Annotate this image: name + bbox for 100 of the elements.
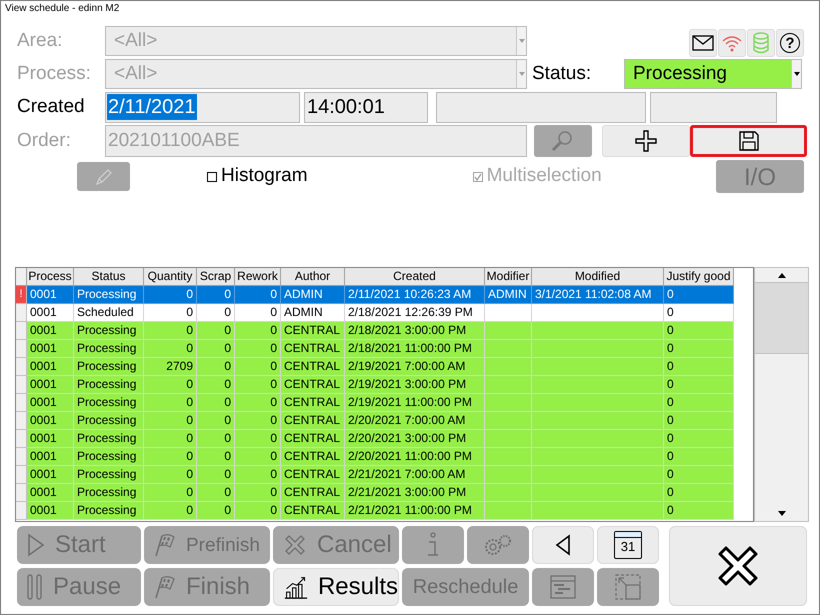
- table-cell: 0: [664, 358, 734, 376]
- column-header[interactable]: Quantity: [144, 268, 197, 286]
- row-header: [16, 376, 27, 394]
- table-cell: CENTRAL: [281, 322, 345, 340]
- calendar-button[interactable]: 31: [597, 526, 659, 564]
- row-header: [16, 466, 27, 484]
- table-cell: 0: [197, 394, 235, 412]
- table-cell: 2/20/2021 11:00:00 PM: [345, 448, 485, 466]
- table-cell: CENTRAL: [281, 484, 345, 502]
- table-cell: 0: [235, 448, 281, 466]
- table-cell: 0001: [27, 484, 74, 502]
- column-header[interactable]: Modified: [532, 268, 664, 286]
- close-button[interactable]: [669, 526, 807, 606]
- table-cell: 0: [235, 412, 281, 430]
- table-cell: 0: [664, 322, 734, 340]
- table-cell: Processing: [74, 430, 144, 448]
- table-cell: 2709: [144, 358, 197, 376]
- table-cell: 0: [235, 304, 281, 322]
- table-cell: 0: [664, 412, 734, 430]
- table-cell: 0: [197, 412, 235, 430]
- alert-marker: !: [16, 286, 27, 304]
- row-header: [16, 502, 27, 520]
- dropdown-arrow-icon[interactable]: [794, 72, 800, 76]
- scroll-thumb[interactable]: [755, 282, 808, 354]
- table-cell: CENTRAL: [281, 412, 345, 430]
- table-cell: 0: [197, 448, 235, 466]
- table-cell: 0: [144, 394, 197, 412]
- scroll-up-icon[interactable]: [778, 273, 786, 278]
- table-cell: CENTRAL: [281, 340, 345, 358]
- table-cell: ADMIN: [281, 286, 345, 304]
- back-button[interactable]: [532, 526, 594, 564]
- input-field[interactable]: [650, 92, 777, 122]
- table-cell: 0: [664, 304, 734, 322]
- table-cell: 0: [235, 376, 281, 394]
- table-cell: 0001: [27, 412, 74, 430]
- table-cell: 0: [144, 304, 197, 322]
- table-cell: 2/21/2021 7:00:00 AM: [345, 466, 485, 484]
- row-header: [16, 448, 27, 466]
- table-cell: 0: [197, 484, 235, 502]
- table-cell: 0: [235, 322, 281, 340]
- table-cell: 0: [235, 430, 281, 448]
- column-header[interactable]: Rework: [235, 268, 281, 286]
- table-cell: 0: [664, 376, 734, 394]
- status-dropdown[interactable]: Processing: [624, 59, 802, 89]
- mail-icon: [692, 35, 714, 51]
- pause-icon: [27, 574, 43, 600]
- time-field[interactable]: 14:00:01: [304, 92, 428, 122]
- column-header[interactable]: Modifier: [485, 268, 532, 286]
- table-cell: 0: [144, 412, 197, 430]
- table-cell: 0: [235, 502, 281, 520]
- results-button[interactable]: Results: [273, 568, 399, 606]
- scrollbar[interactable]: [754, 267, 809, 522]
- mail-button[interactable]: [689, 29, 717, 57]
- table-cell: ADMIN: [281, 304, 345, 322]
- table-cell: 0: [144, 286, 197, 304]
- input-field[interactable]: [436, 92, 646, 122]
- column-header[interactable]: Justify good: [664, 268, 734, 286]
- table-cell: 0: [664, 502, 734, 520]
- table-cell: [485, 304, 532, 322]
- table-cell: 2/18/2021 3:00:00 PM: [345, 322, 485, 340]
- date-field[interactable]: 2/11/2021: [105, 92, 300, 122]
- table-cell: 0: [197, 376, 235, 394]
- add-button[interactable]: [602, 124, 690, 156]
- table-cell: CENTRAL: [281, 358, 345, 376]
- table-cell: 0: [144, 376, 197, 394]
- table-cell: [485, 412, 532, 430]
- column-header[interactable]: Status: [74, 268, 144, 286]
- table-cell: 0: [197, 358, 235, 376]
- table-cell: 0: [144, 430, 197, 448]
- column-header[interactable]: Process: [27, 268, 74, 286]
- table-cell: Processing: [74, 484, 144, 502]
- row-header: [16, 304, 27, 322]
- table-cell: 0001: [27, 394, 74, 412]
- table-cell: Processing: [74, 286, 144, 304]
- histogram-checkbox[interactable]: [207, 172, 217, 182]
- triangle-left-icon: [555, 534, 571, 556]
- table-cell: Processing: [74, 448, 144, 466]
- table-cell: 2/11/2021 10:26:23 AM: [345, 286, 485, 304]
- save-button[interactable]: [690, 124, 807, 156]
- database-button[interactable]: [747, 29, 775, 57]
- help-button[interactable]: ?: [776, 29, 804, 57]
- table-cell: 0: [664, 448, 734, 466]
- row-header: [16, 340, 27, 358]
- column-header[interactable]: Scrap: [197, 268, 235, 286]
- table-cell: 0: [664, 466, 734, 484]
- column-header[interactable]: Created: [345, 268, 485, 286]
- column-header[interactable]: Author: [281, 268, 345, 286]
- field-label: Status:: [532, 62, 592, 86]
- header-cell: [16, 268, 27, 286]
- table-cell: [485, 430, 532, 448]
- table-cell: 0: [197, 340, 235, 358]
- table-cell: 0: [235, 340, 281, 358]
- table-cell: 2/18/2021 12:26:39 PM: [345, 304, 485, 322]
- table-cell: 3/1/2021 11:02:08 AM: [532, 286, 664, 304]
- table-cell: 2/20/2021 7:00:00 AM: [345, 412, 485, 430]
- table-cell: 0: [197, 304, 235, 322]
- table-cell: 0: [664, 340, 734, 358]
- table-cell: ADMIN: [485, 286, 532, 304]
- scroll-down-icon[interactable]: [778, 511, 786, 516]
- table-cell: 0001: [27, 286, 74, 304]
